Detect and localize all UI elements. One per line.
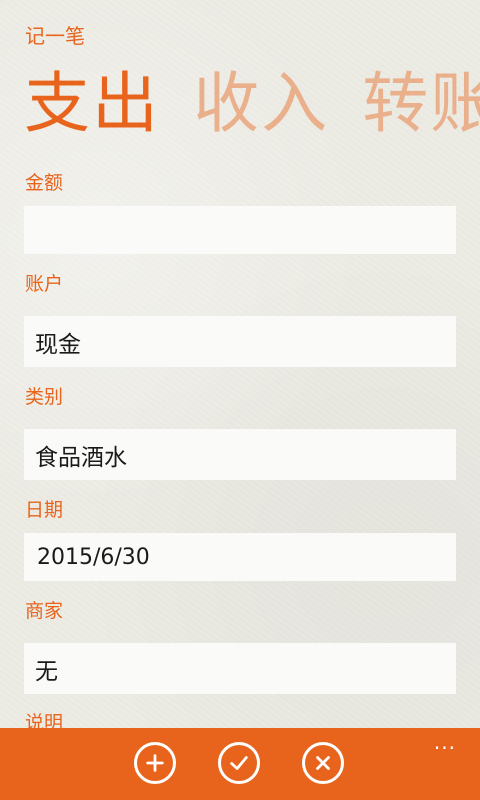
confirm-button[interactable]	[218, 742, 260, 784]
date-field[interactable]: 2015/6/30	[24, 533, 456, 581]
check-icon	[230, 756, 248, 770]
more-menu-button[interactable]: ...	[434, 732, 456, 752]
date-label: 日期	[25, 499, 64, 521]
pivot-tab-expense[interactable]: 支出	[24, 50, 160, 146]
account-field[interactable]: 现金	[24, 316, 456, 367]
category-label: 类别	[25, 386, 64, 408]
account-label: 账户	[25, 273, 64, 295]
merchant-label: 商家	[25, 600, 64, 622]
app-bar: ...	[0, 728, 480, 800]
amount-field[interactable]	[24, 206, 456, 254]
amount-label: 金额	[25, 172, 64, 194]
category-field[interactable]: 食品酒水	[24, 429, 456, 480]
add-icon	[146, 754, 164, 772]
pivot-tab-income[interactable]: 收入	[193, 50, 329, 146]
add-button[interactable]	[134, 742, 176, 784]
pivot-header: 支出 收入 转账	[24, 50, 480, 146]
merchant-field[interactable]: 无	[24, 643, 456, 694]
app-title: 记一笔	[25, 24, 85, 48]
close-icon	[316, 756, 330, 770]
cancel-button[interactable]	[302, 742, 344, 784]
pivot-tab-transfer[interactable]: 转账	[362, 50, 480, 146]
